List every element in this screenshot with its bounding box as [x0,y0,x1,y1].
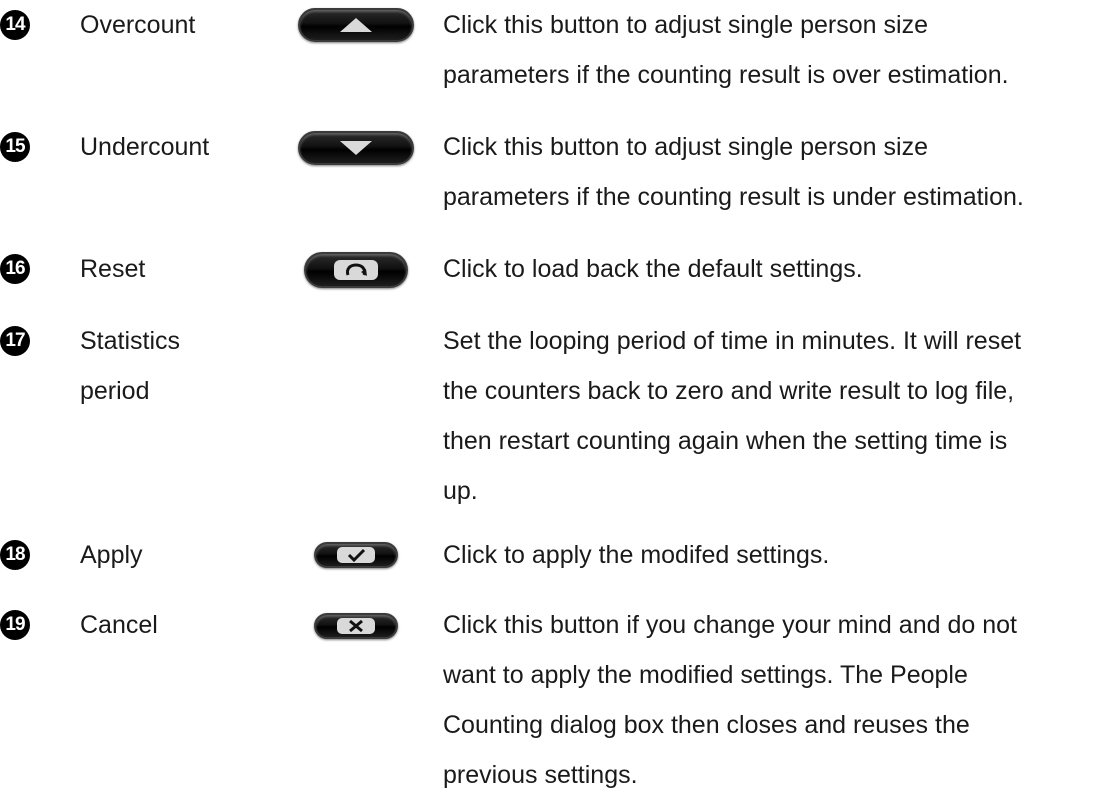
item-description: Set the looping period of time in minute… [443,327,1022,505]
check-icon [337,547,375,563]
down-arrow-icon [338,139,374,157]
undercount-button[interactable] [298,131,414,165]
number-badge: 18 [0,540,30,570]
item-description: Click to load back the default settings. [443,255,863,283]
overcount-button[interactable] [298,8,414,42]
up-arrow-icon [338,16,374,34]
x-icon [337,618,375,634]
item-label: Apply [80,541,143,569]
item-label: Overcount [80,11,196,39]
cancel-button[interactable] [314,613,398,639]
item-description: Click to apply the modifed settings. [443,541,830,569]
item-description: Click this button to adjust single perso… [443,11,1009,89]
number-badge: 15 [0,132,30,162]
reset-icon [334,260,378,280]
item-label: Statistics period [80,327,181,405]
item-label: Cancel [80,611,158,639]
apply-button[interactable] [314,542,398,568]
item-description: Click this button to adjust single perso… [443,133,1024,211]
reset-button[interactable] [304,252,408,288]
number-badge: 17 [0,326,30,356]
item-label: Reset [80,255,146,283]
item-description: Click this button if you change your min… [443,611,1017,789]
number-badge: 19 [0,610,30,640]
item-label: Undercount [80,133,210,161]
number-badge: 14 [0,10,30,40]
number-badge: 16 [0,254,30,284]
